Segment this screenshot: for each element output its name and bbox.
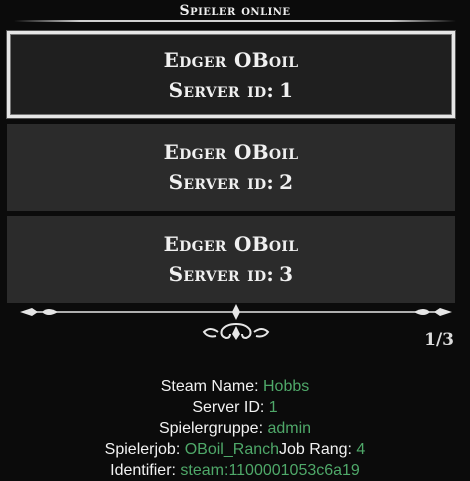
player-name: Edger OBoil [163,232,299,256]
group-value: admin [267,420,312,437]
steam-name-value: Hobbs [263,378,310,395]
job-label: Spielerjob: [104,441,181,458]
player-name: Edger OBoil [163,140,299,164]
server-id-value: 1 [279,78,294,102]
player-server-id: Server id: 2 [7,167,455,197]
server-id-value: 2 [279,170,294,194]
server-id-label: Server id: [168,170,275,194]
page-indicator: 1/3 [424,330,454,350]
header-rule [14,20,456,22]
ornamental-divider-icon [20,304,452,340]
steam-name-label: Steam Name: [160,378,259,395]
player-server-id: Server id: 3 [7,259,455,289]
detail-steam-name: Steam Name: Hobbs [0,376,470,397]
player-details: Steam Name: Hobbs Server ID: 1 Spielergr… [0,376,470,481]
identifier-label: Identifier: [110,462,176,479]
server-id-value: 1 [268,399,278,416]
player-name: Edger OBoil [163,48,299,72]
server-id-label: Server id: [168,262,275,286]
header: Spieler online [0,0,470,22]
server-id-value: 3 [279,262,294,286]
detail-identifier: Identifier: steam:1100001053c6a19 [0,460,470,481]
server-id-label: Server ID: [192,399,265,416]
player-card[interactable]: Edger OBoil Server id: 2 [7,124,455,211]
player-card[interactable]: Edger OBoil Server id: 3 [7,216,455,303]
server-id-label: Server id: [168,78,275,102]
detail-group: Spielergruppe: admin [0,418,470,439]
job-rank-label: Job Rang: [279,441,352,458]
detail-server-id: Server ID: 1 [0,397,470,418]
group-label: Spielergruppe: [158,420,264,437]
player-card[interactable]: Edger OBoil Server id: 1 [7,31,455,118]
identifier-value: steam:1100001053c6a19 [180,462,360,479]
player-server-id: Server id: 1 [10,75,452,105]
detail-job: Spielerjob: OBoil_RanchJob Rang: 4 [0,439,470,460]
job-value: OBoil_Ranch [184,441,280,458]
page-title: Spieler online [179,3,291,19]
job-rank-value: 4 [356,441,366,458]
